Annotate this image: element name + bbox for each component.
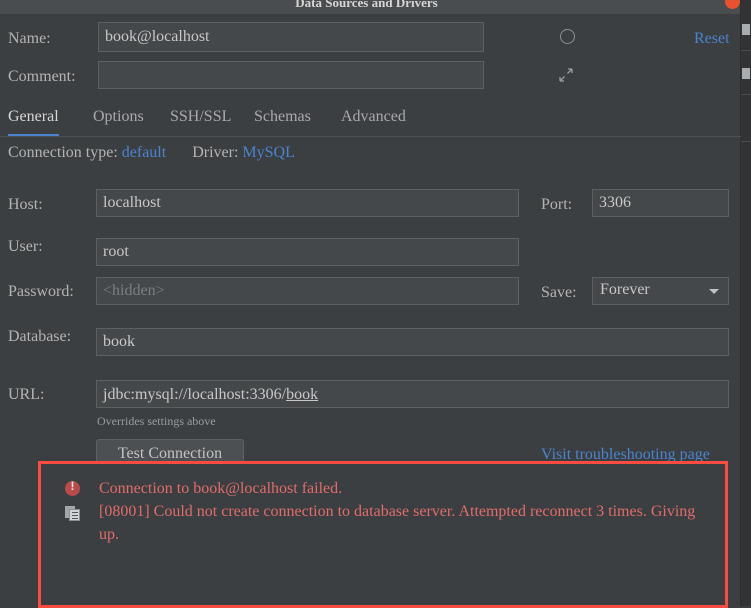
name-label: Name: [8, 30, 51, 47]
database-input[interactable] [96, 328, 729, 356]
url-database-part[interactable]: book [286, 386, 318, 403]
tab-advanced[interactable]: Advanced [341, 108, 406, 136]
settings-tabbar: General Options SSH/SSL Schemas Advanced [0, 108, 741, 137]
tab-general[interactable]: General [8, 108, 59, 136]
circle-icon[interactable] [560, 29, 575, 44]
strip-divider [741, 94, 751, 95]
strip-divider [741, 141, 751, 142]
name-input[interactable] [98, 22, 484, 52]
user-input[interactable] [96, 238, 519, 266]
save-select-value: Forever [600, 281, 650, 298]
url-input[interactable]: jdbc:mysql://localhost:3306/book [96, 380, 729, 408]
driver-value[interactable]: MySQL [242, 144, 294, 161]
password-input[interactable] [96, 277, 519, 305]
port-input[interactable] [592, 189, 729, 217]
tab-schemas[interactable]: Schemas [254, 108, 311, 136]
password-label: Password: [8, 283, 74, 300]
tab-ssh-ssl[interactable]: SSH/SSL [170, 108, 231, 136]
error-icon [65, 479, 80, 496]
reset-button[interactable]: Reset [694, 30, 730, 48]
save-label: Save: [541, 284, 577, 301]
strip-chip[interactable] [742, 24, 750, 35]
connection-type-label: Connection type: [8, 144, 118, 161]
strip-divider [741, 50, 751, 51]
host-input[interactable] [96, 189, 519, 217]
error-message-line2: [08001] Could not create connection to d… [99, 503, 696, 543]
user-label: User: [8, 238, 43, 255]
connection-type-value[interactable]: default [122, 144, 166, 161]
connection-error-box: Connection to book@localhost failed. [08… [38, 461, 728, 608]
strip-chip[interactable] [742, 68, 750, 79]
chevron-down-icon [709, 289, 719, 294]
host-label: Host: [8, 196, 43, 213]
save-select[interactable]: Forever [592, 277, 729, 305]
close-icon[interactable] [725, 0, 740, 9]
comment-label: Comment: [8, 68, 76, 85]
connection-type-row: Connection type: default Driver: MySQL [8, 144, 295, 162]
tab-options[interactable]: Options [93, 108, 144, 136]
database-label: Database: [8, 328, 72, 345]
copy-icon[interactable] [65, 506, 81, 521]
url-prefix: jdbc:mysql://localhost:3306/ [103, 386, 287, 403]
window-titlebar: Data Sources and Drivers [0, 0, 751, 14]
url-hint: Overrides settings above [97, 414, 216, 428]
error-message-line1: Connection to book@localhost failed. [99, 480, 343, 497]
expand-icon[interactable] [558, 67, 574, 83]
right-side-strip [740, 0, 751, 606]
window-title: Data Sources and Drivers [295, 0, 438, 10]
comment-input[interactable] [98, 61, 484, 89]
driver-label: Driver: [192, 144, 239, 161]
url-label: URL: [8, 386, 45, 403]
port-label: Port: [541, 196, 573, 213]
